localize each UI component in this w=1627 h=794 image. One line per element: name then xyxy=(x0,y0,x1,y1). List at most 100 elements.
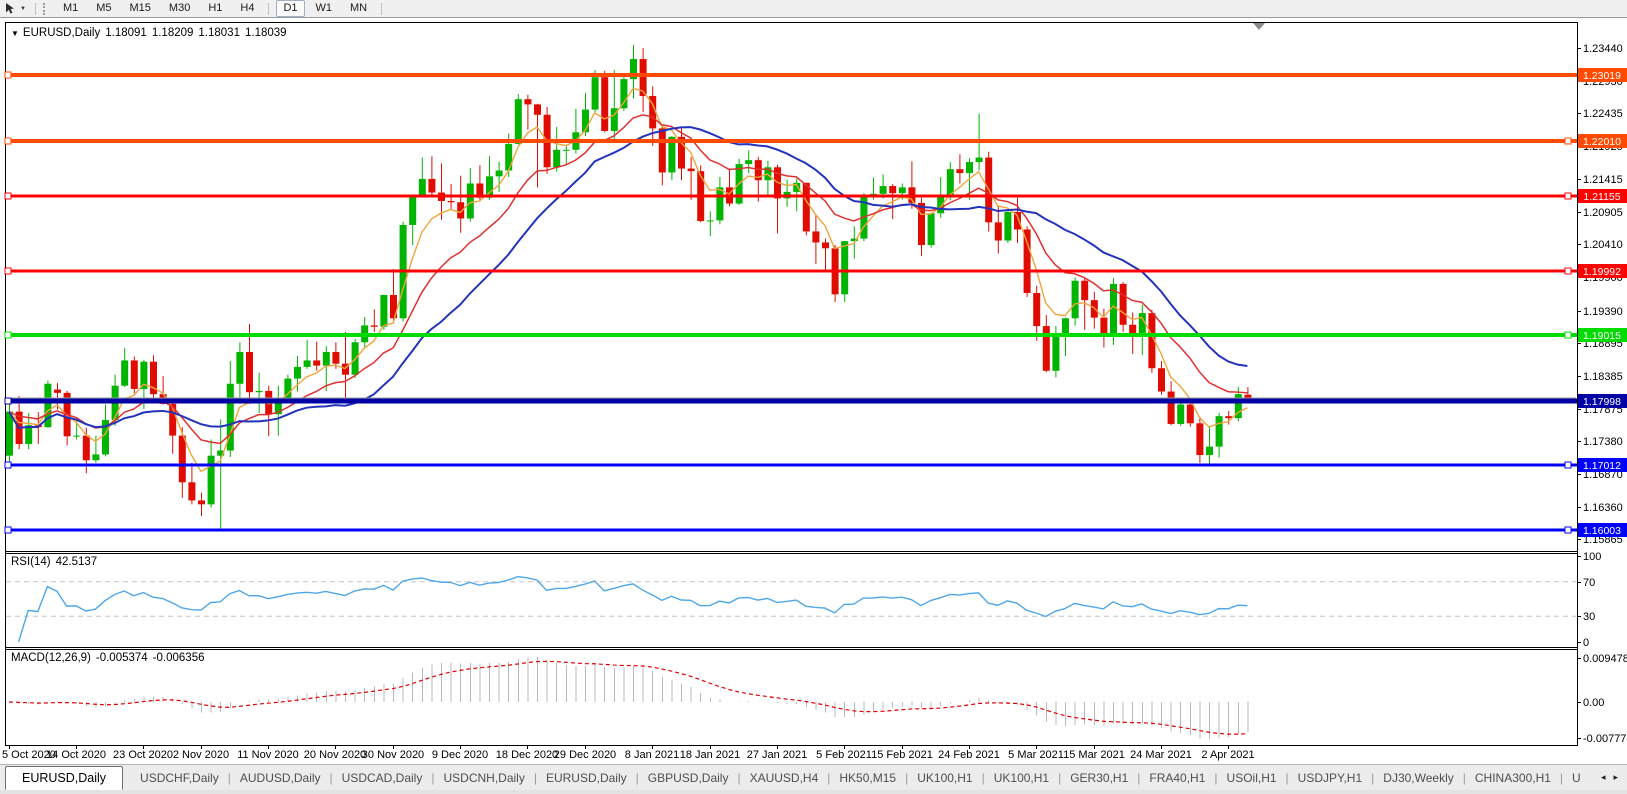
candle-body xyxy=(1081,281,1088,300)
candle-body xyxy=(563,150,570,151)
candle-body xyxy=(54,390,61,393)
candle-body xyxy=(208,456,215,505)
candle-body xyxy=(1196,423,1203,455)
candle-body xyxy=(841,241,848,294)
chart-tabs: EURUSD,DailyUSDCHF,Daily|AUDUSD,Daily|US… xyxy=(0,765,1592,790)
candle-body xyxy=(620,79,627,108)
candle-body xyxy=(928,213,935,245)
tab-scroll-right-icon[interactable]: ▸ xyxy=(1613,772,1618,783)
tab-usdjpy-h1[interactable]: USDJPY,H1 xyxy=(1289,767,1371,789)
tab-ger30-h1[interactable]: GER30,H1 xyxy=(1061,767,1137,789)
candle-body xyxy=(198,500,205,504)
tab-fra40-h1[interactable]: FRA40,H1 xyxy=(1140,767,1214,789)
hline-handle[interactable] xyxy=(1565,462,1571,468)
tab-audusd-daily[interactable]: AUDUSD,Daily xyxy=(231,767,330,789)
candle-body xyxy=(812,231,819,242)
tab-usoil-h1[interactable]: USOil,H1 xyxy=(1218,767,1286,789)
tab-usdchf-daily[interactable]: USDCHF,Daily xyxy=(131,767,228,789)
tab-eurusd-daily[interactable]: EURUSD,Daily xyxy=(5,766,123,790)
candle-body xyxy=(880,186,887,194)
date-axis-label: 5 Mar 2021 xyxy=(1008,749,1064,761)
price-axis-label: 1.23440 xyxy=(1583,43,1623,55)
candle-body xyxy=(246,352,253,392)
macd-axis-label: 0.009478 xyxy=(1583,653,1627,665)
candle-body xyxy=(1129,325,1136,334)
tab-china300-h1[interactable]: CHINA300,H1 xyxy=(1466,767,1560,789)
rsi-axis-label: 70 xyxy=(1583,577,1595,589)
rsi-name: RSI(14) xyxy=(11,556,51,568)
price-axis-label: 1.18385 xyxy=(1583,371,1623,383)
hline-handle[interactable] xyxy=(5,527,11,533)
candle-body xyxy=(121,360,128,385)
date-axis-label: 2 Apr 2021 xyxy=(1201,749,1254,761)
tab-u[interactable]: U xyxy=(1563,767,1590,789)
candle-body xyxy=(688,169,695,172)
candle-body xyxy=(256,391,263,392)
hline-handle[interactable] xyxy=(5,193,11,199)
rsi-indicator-label: RSI(14)42.5137 xyxy=(11,556,102,568)
candle-body xyxy=(1206,447,1213,455)
candle-body xyxy=(371,325,378,326)
candle-body xyxy=(601,77,608,131)
tab-gbpusd-daily[interactable]: GBPUSD,Daily xyxy=(639,767,738,789)
axis-price-label: 1.21155 xyxy=(1583,191,1620,203)
price-axis-label: 1.19390 xyxy=(1583,306,1623,318)
tab-xauusd-h4[interactable]: XAUUSD,H4 xyxy=(741,767,828,789)
date-axis-label: 11 Nov 2020 xyxy=(237,749,299,761)
candle-body xyxy=(1168,392,1175,424)
hline-handle[interactable] xyxy=(1565,138,1571,144)
hline-handle[interactable] xyxy=(5,72,11,78)
tab-usdcnh-daily[interactable]: USDCNH,Daily xyxy=(434,767,533,789)
candle-body xyxy=(947,169,954,194)
hline-handle[interactable] xyxy=(5,398,11,404)
axis-price-label: 1.17012 xyxy=(1583,460,1621,472)
candle-body xyxy=(534,104,541,114)
price-chart[interactable]: 1.234401.229301.224351.219251.214151.209… xyxy=(0,0,1627,763)
candle-body xyxy=(332,352,339,364)
price-axis-label: 1.21415 xyxy=(1583,174,1623,186)
symbol-dropdown-icon[interactable]: ▼ xyxy=(11,29,19,38)
macd-axis-label: 0.00 xyxy=(1583,697,1604,709)
candle-body xyxy=(1225,416,1232,418)
chart-frame xyxy=(6,23,1578,746)
tab-eurusd-daily[interactable]: EURUSD,Daily xyxy=(537,767,636,789)
candle-body xyxy=(995,222,1002,240)
candle-body xyxy=(313,360,320,365)
candle-body xyxy=(179,436,186,483)
tab-uk100-h1[interactable]: UK100,H1 xyxy=(985,767,1058,789)
candle-body xyxy=(409,196,416,225)
axis-price-label: 1.19015 xyxy=(1583,330,1621,342)
date-axis-label: 15 Mar 2021 xyxy=(1063,749,1125,761)
date-axis-label: 15 Feb 2021 xyxy=(871,749,933,761)
hline-handle[interactable] xyxy=(5,138,11,144)
date-axis-label: 5 Feb 2021 xyxy=(816,749,872,761)
candle-body xyxy=(448,201,455,202)
candle-body xyxy=(592,77,599,109)
candle-body xyxy=(822,242,829,248)
candle-body xyxy=(524,99,531,104)
chart-tab-bar: EURUSD,DailyUSDCHF,Daily|AUDUSD,Daily|US… xyxy=(0,764,1627,790)
ohlc-close: 1.18039 xyxy=(245,27,287,39)
hline-handle[interactable] xyxy=(1565,268,1571,274)
axis-price-label: 1.23019 xyxy=(1583,70,1621,82)
date-axis-label: 24 Feb 2021 xyxy=(938,749,1000,761)
hline-handle[interactable] xyxy=(1565,527,1571,533)
macd-axis-label: -0.007778 xyxy=(1583,733,1627,745)
candle-body xyxy=(1120,284,1127,325)
status-strip xyxy=(0,790,1627,794)
hline-handle[interactable] xyxy=(1565,193,1571,199)
candle-body xyxy=(1187,405,1194,424)
tab-hk50-m15[interactable]: HK50,M15 xyxy=(830,767,905,789)
hline-handle[interactable] xyxy=(5,332,11,338)
tab-scroll-left-icon[interactable]: ◂ xyxy=(1601,772,1606,783)
hline-handle[interactable] xyxy=(5,462,11,468)
candle-body xyxy=(496,171,503,177)
tab-uk100-h1[interactable]: UK100,H1 xyxy=(908,767,981,789)
tab-usdcad-daily[interactable]: USDCAD,Daily xyxy=(333,767,432,789)
ohlc-open: 1.18091 xyxy=(105,27,147,39)
hline-handle[interactable] xyxy=(5,268,11,274)
chart-symbol: EURUSD,Daily xyxy=(23,27,100,39)
chart-title: ▼EURUSD,Daily1.180911.182091.180311.1803… xyxy=(11,27,292,39)
tab-dj30-weekly[interactable]: DJ30,Weekly xyxy=(1374,767,1462,789)
hline-handle[interactable] xyxy=(1565,332,1571,338)
